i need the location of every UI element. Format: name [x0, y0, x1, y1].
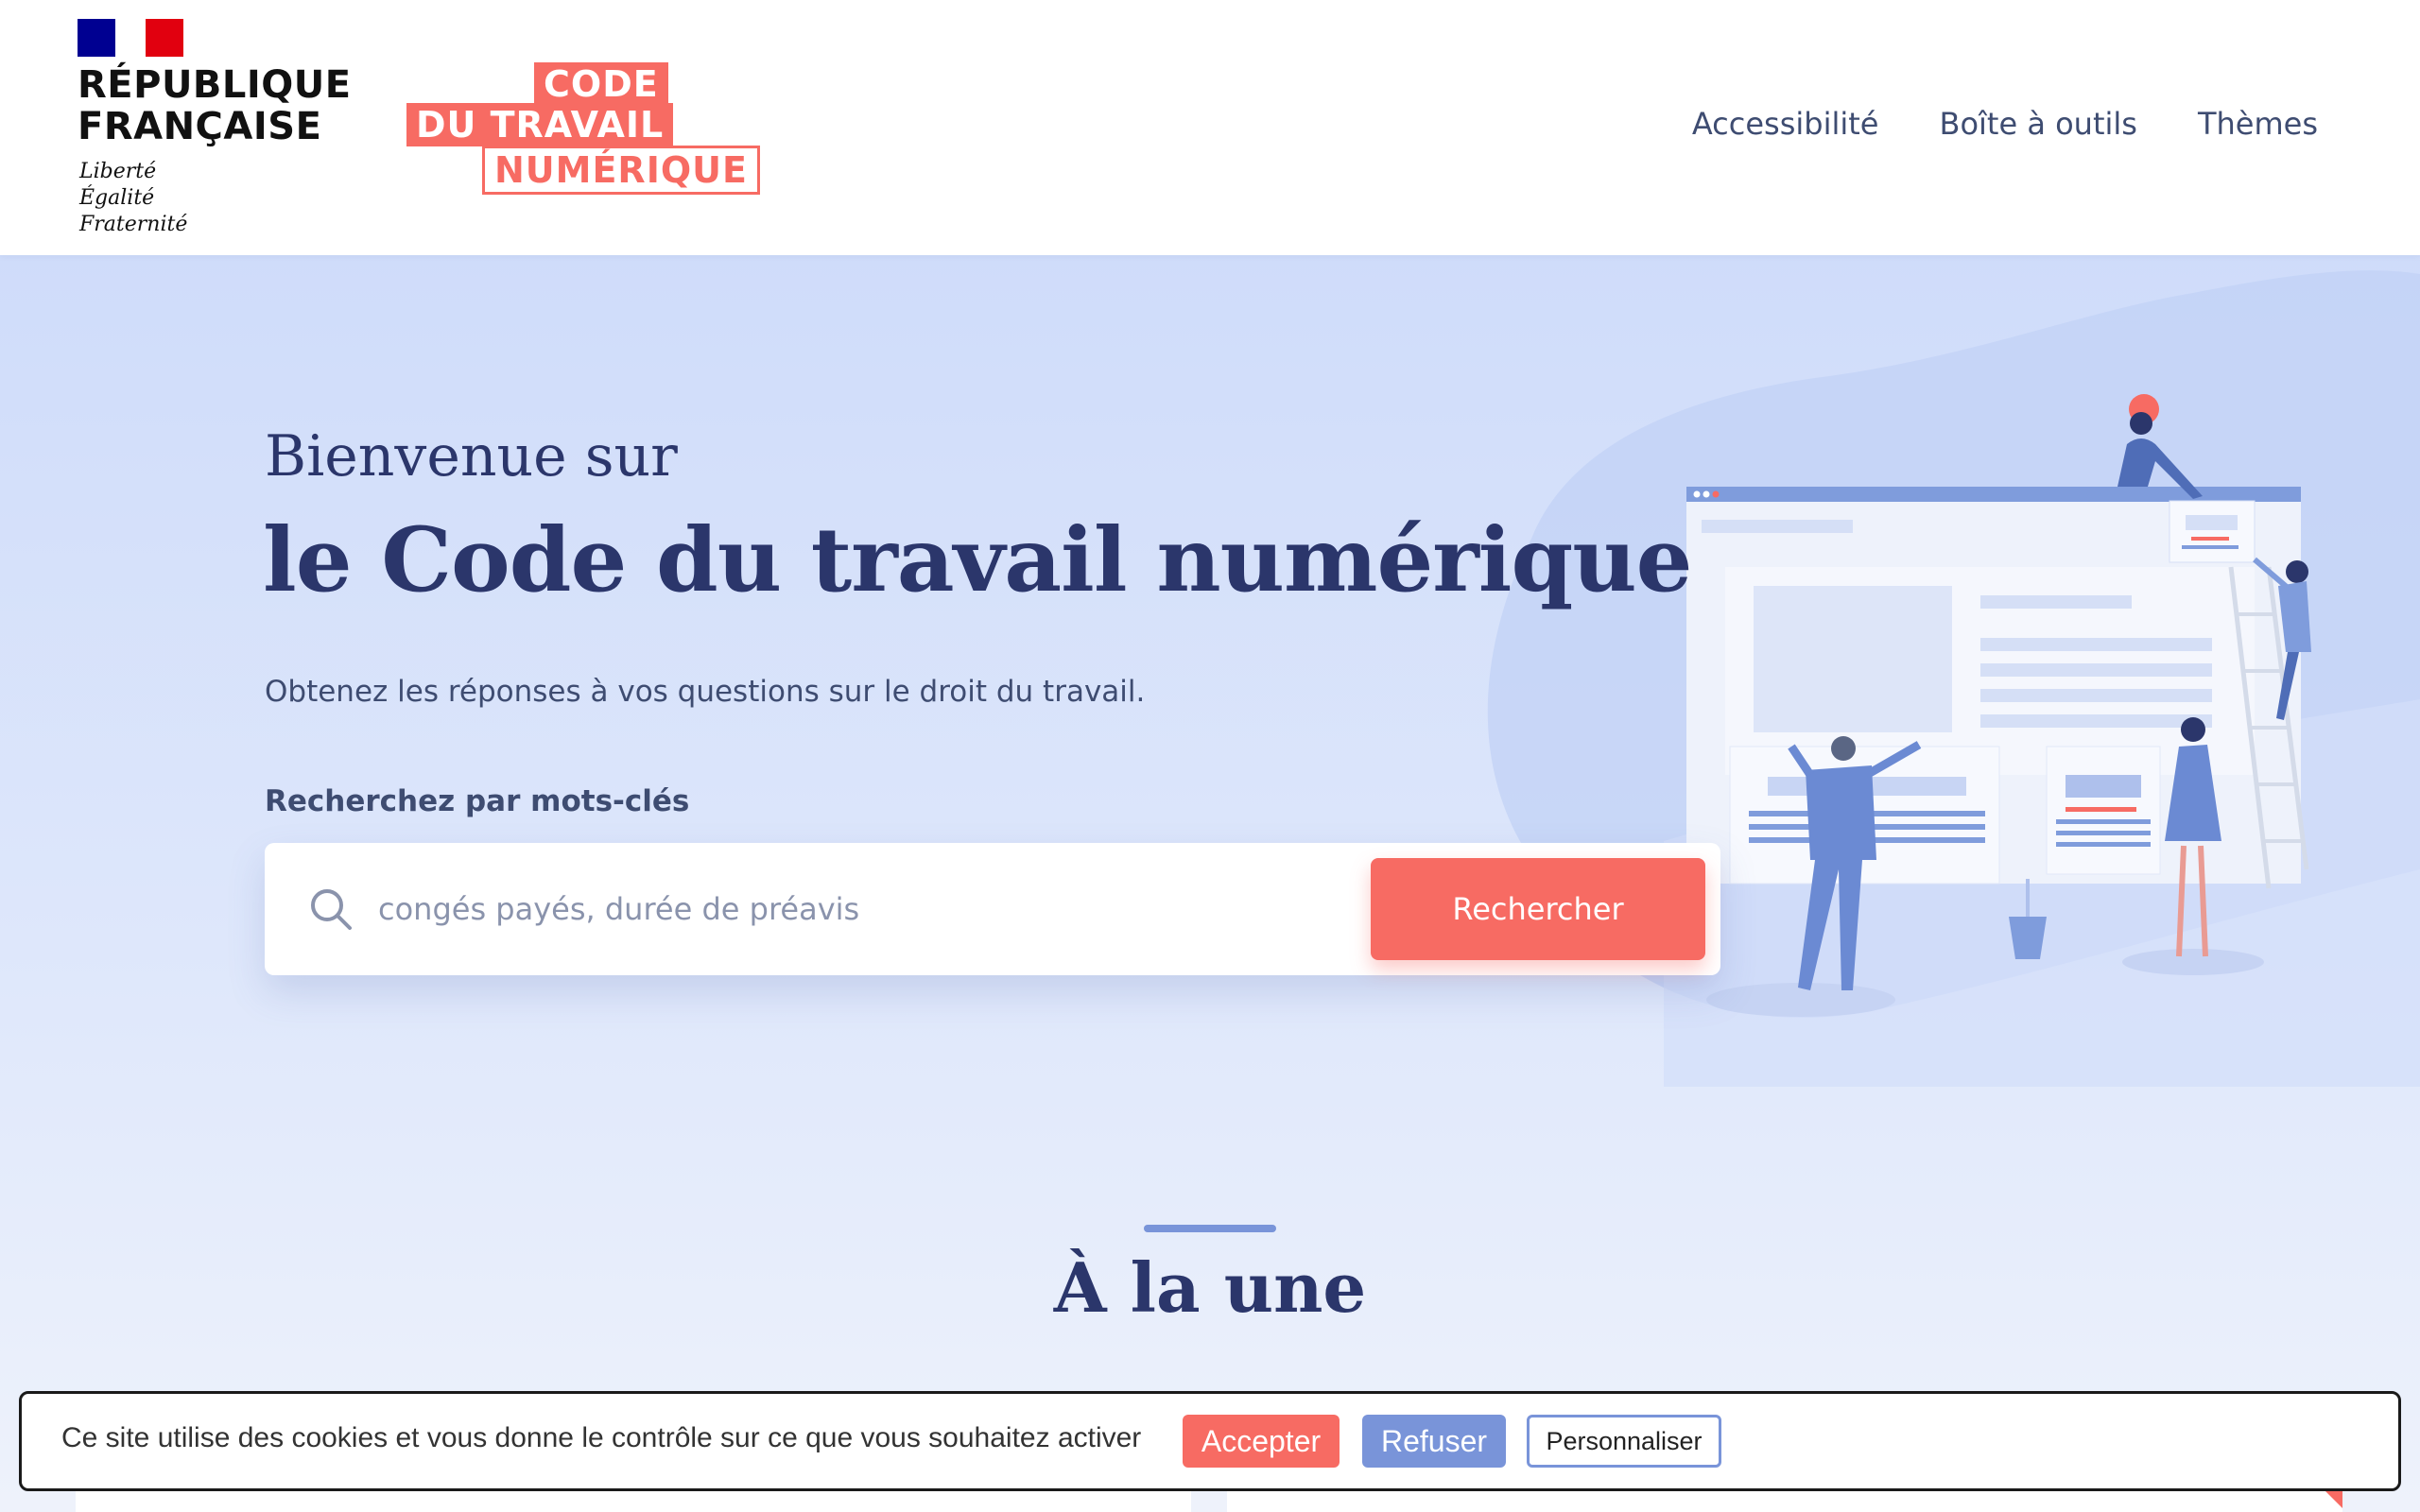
welcome-text: Bienvenue sur — [265, 423, 678, 490]
refuse-cookies-button[interactable]: Refuser — [1362, 1415, 1506, 1468]
logo-line2: DU TRAVAIL — [406, 103, 674, 146]
rf-name-line2: FRANÇAISE — [78, 105, 322, 148]
rf-motto-line3: Fraternité — [79, 213, 188, 236]
nav-themes[interactable]: Thèmes — [2198, 106, 2318, 142]
logo-line1: CODE — [534, 62, 668, 106]
code-du-travail-logo[interactable]: CODE DU TRAVAIL NUMÉRIQUE — [406, 62, 760, 197]
rf-motto: Liberté Égalité Fraternité — [79, 159, 187, 238]
rf-name-line1: RÉPUBLIQUE — [78, 63, 352, 107]
rf-motto-line2: Égalité — [79, 186, 155, 210]
search-input[interactable] — [378, 871, 1323, 947]
site-header: RÉPUBLIQUE FRANÇAISE Liberté Égalité Fra… — [0, 0, 2420, 255]
search-bar: Rechercher — [265, 843, 1720, 975]
customize-cookies-button[interactable]: Personnaliser — [1527, 1415, 1721, 1468]
republique-francaise-logo[interactable]: RÉPUBLIQUE FRANÇAISE Liberté Égalité Fra… — [78, 17, 351, 244]
cookie-banner: Ce site utilise des cookies et vous donn… — [19, 1391, 2401, 1491]
nav-accessibilite[interactable]: Accessibilité — [1692, 106, 1879, 142]
hero-subtitle: Obtenez les réponses à vos questions sur… — [265, 675, 1146, 709]
accept-cookies-button[interactable]: Accepter — [1183, 1415, 1340, 1468]
search-label: Recherchez par mots-clés — [265, 784, 690, 818]
main-nav: Accessibilité Boîte à outils Thèmes — [1692, 106, 2318, 142]
rf-motto-line1: Liberté — [79, 160, 157, 183]
search-icon — [311, 889, 352, 930]
section-divider — [1144, 1225, 1276, 1232]
page-title: le Code du travail numérique — [263, 508, 1692, 612]
a-la-une-heading: À la une — [1053, 1247, 1367, 1328]
french-flag-icon — [78, 19, 183, 57]
cookie-text: Ce site utilise des cookies et vous donn… — [61, 1422, 1142, 1453]
search-button[interactable]: Rechercher — [1371, 858, 1705, 960]
hero-section: Bienvenue sur le Code du travail numériq… — [0, 255, 2420, 1512]
logo-line3: NUMÉRIQUE — [482, 146, 760, 195]
nav-boite-a-outils[interactable]: Boîte à outils — [1939, 106, 2136, 142]
rf-name: RÉPUBLIQUE FRANÇAISE — [78, 64, 352, 147]
